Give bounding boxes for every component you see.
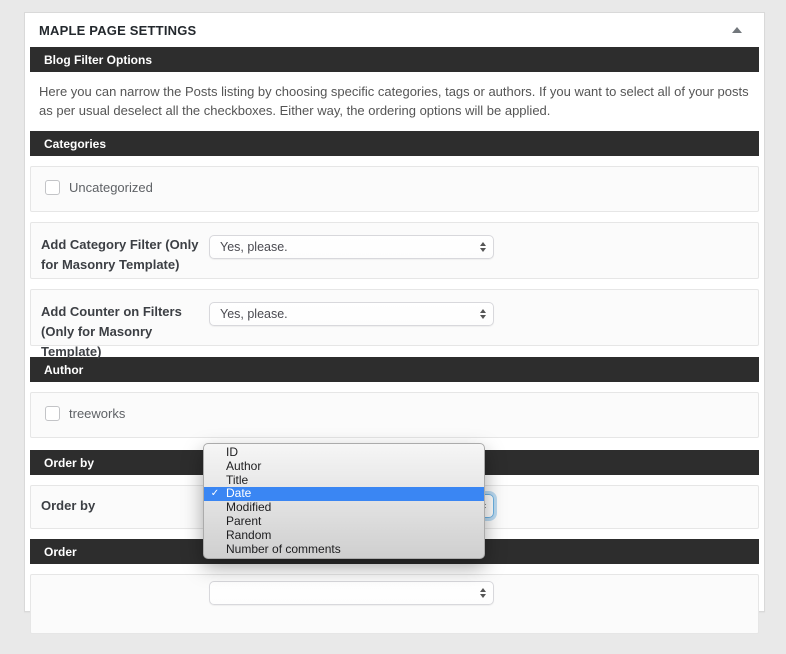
category-filter-select[interactable]: Yes, please. [209, 235, 494, 259]
menu-item-label: Random [226, 529, 271, 543]
metabox-title: MAPLE PAGE SETTINGS [39, 23, 196, 38]
order-panel [30, 574, 759, 634]
metabox-content: Blog Filter Options Here you can narrow … [25, 47, 764, 654]
menu-item-label: Date [226, 487, 251, 501]
select-stepper-icon [480, 309, 486, 319]
order-select[interactable] [209, 581, 494, 605]
metabox-header[interactable]: MAPLE PAGE SETTINGS [25, 13, 764, 47]
select-value: Yes, please. [220, 307, 288, 321]
section-bar-blog-filter-options: Blog Filter Options [30, 47, 759, 72]
treeworks-checkbox[interactable] [45, 406, 60, 421]
menu-item-label: Number of comments [226, 543, 341, 557]
collapse-toggle-button[interactable] [722, 15, 752, 45]
field-label: Add Category Filter (Only for Masonry Te… [41, 235, 209, 275]
menu-item-label: Author [226, 460, 261, 474]
section-bar-label: Blog Filter Options [44, 53, 152, 67]
menu-item-modified[interactable]: Modified [204, 501, 484, 515]
menu-item-random[interactable]: Random [204, 529, 484, 543]
menu-item-author[interactable]: Author [204, 460, 484, 474]
section-bar-label: Author [44, 363, 83, 377]
menu-item-label: Parent [226, 515, 261, 529]
field-label: Add Counter on Filters (Only for Masonry… [41, 302, 209, 362]
category-filter-panel: Add Category Filter (Only for Masonry Te… [30, 222, 759, 279]
collapse-arrow-icon [732, 27, 742, 33]
counter-filter-panel: Add Counter on Filters (Only for Masonry… [30, 289, 759, 346]
checkbox-label: treeworks [69, 406, 125, 421]
counter-filter-select[interactable]: Yes, please. [209, 302, 494, 326]
author-panel: treeworks [30, 392, 759, 438]
select-stepper-icon [480, 242, 486, 252]
menu-item-number-of-comments[interactable]: Number of comments [204, 543, 484, 557]
select-stepper-icon [480, 588, 486, 598]
menu-item-label: Modified [226, 501, 271, 515]
category-checkbox-row[interactable]: Uncategorized [45, 180, 744, 195]
menu-item-label: Title [226, 474, 248, 488]
menu-item-date[interactable]: ✓ Date [204, 487, 484, 501]
section-bar-label: Order [44, 545, 77, 559]
menu-item-parent[interactable]: Parent [204, 515, 484, 529]
uncategorized-checkbox[interactable] [45, 180, 60, 195]
categories-panel: Uncategorized [30, 166, 759, 212]
section-bar-label: Categories [44, 137, 106, 151]
field-label: Order by [41, 494, 209, 518]
author-checkbox-row[interactable]: treeworks [45, 406, 744, 421]
section-bar-categories: Categories [30, 131, 759, 156]
checkbox-label: Uncategorized [69, 180, 153, 195]
section-bar-label: Order by [44, 456, 94, 470]
menu-item-label: ID [226, 446, 238, 460]
order-by-dropdown-menu: ID Author Title ✓ Date Modified Parent R… [203, 443, 485, 559]
select-value: Yes, please. [220, 240, 288, 254]
checkmark-icon: ✓ [204, 487, 226, 501]
menu-item-title[interactable]: Title [204, 474, 484, 488]
intro-text: Here you can narrow the Posts listing by… [39, 82, 750, 120]
menu-item-id[interactable]: ID [204, 446, 484, 460]
